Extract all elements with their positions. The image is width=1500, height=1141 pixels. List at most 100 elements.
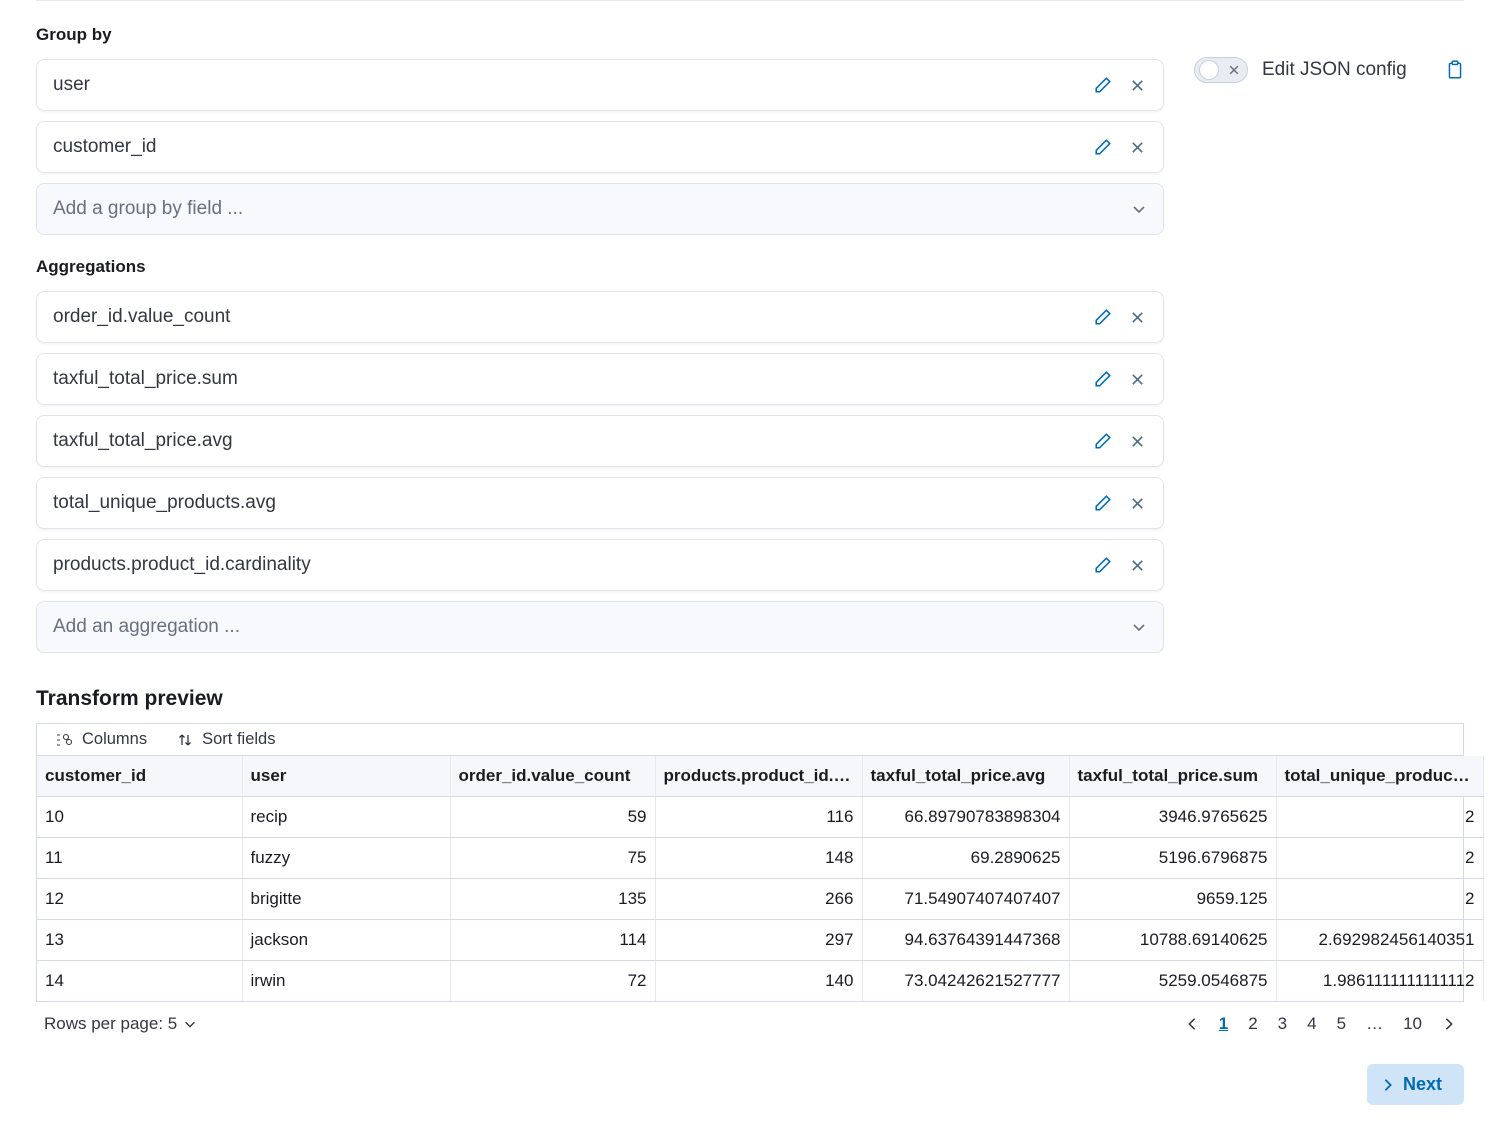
pencil-icon[interactable] [1093,75,1113,95]
cell: 297 [655,920,862,961]
cell: 266 [655,879,862,920]
table-header[interactable]: user [242,756,450,797]
close-icon[interactable] [1127,555,1147,575]
cell: jackson [242,920,450,961]
page-number[interactable]: 4 [1307,1014,1316,1034]
aggregations-label: Aggregations [36,257,1164,277]
next-button[interactable]: Next [1367,1064,1464,1105]
cell: 114 [450,920,655,961]
cell: recip [242,797,450,838]
edit-json-toggle[interactable] [1194,57,1248,83]
preview-title: Transform preview [36,687,1464,711]
add-aggregation-field[interactable]: Add an aggregation ... [36,601,1164,653]
edit-json-label: Edit JSON config [1262,59,1407,81]
cell: 10788.69140625 [1069,920,1276,961]
cell: 13 [37,920,242,961]
page-number[interactable]: 3 [1278,1014,1287,1034]
close-icon[interactable] [1127,493,1147,513]
prev-page-button[interactable] [1185,1017,1199,1031]
aggregation-item-label: products.product_id.cardinality [53,554,311,576]
chevron-right-icon [1381,1078,1395,1092]
cell: 2 [1276,879,1483,920]
group-by-item: customer_id [36,121,1164,173]
close-icon[interactable] [1127,137,1147,157]
page-ellipsis: … [1366,1014,1383,1034]
pencil-icon[interactable] [1093,493,1113,513]
group-by-item: user [36,59,1164,111]
aggregation-item: taxful_total_price.sum [36,353,1164,405]
cell: 2 [1276,797,1483,838]
columns-icon [55,732,73,748]
group-by-item-label: user [53,74,90,96]
cell: 9659.125 [1069,879,1276,920]
close-icon[interactable] [1127,431,1147,451]
pencil-icon[interactable] [1093,431,1113,451]
cell: 116 [655,797,862,838]
group-by-label: Group by [36,25,1164,45]
add-group-by-field[interactable]: Add a group by field ... [36,183,1164,235]
cell: 14 [37,961,242,1002]
cell: 3946.9765625 [1069,797,1276,838]
close-icon[interactable] [1127,75,1147,95]
columns-button[interactable]: Columns [55,730,147,749]
cell: brigitte [242,879,450,920]
cell: 59 [450,797,655,838]
pencil-icon[interactable] [1093,137,1113,157]
cell: 5259.0546875 [1069,961,1276,1002]
aggregation-item-label: taxful_total_price.sum [53,368,238,390]
table-header[interactable]: order_id.value_count [450,756,655,797]
pencil-icon[interactable] [1093,369,1113,389]
table-row: 13 jackson 114 297 94.63764391447368 107… [37,920,1483,961]
aggregation-item: order_id.value_count [36,291,1164,343]
next-page-button[interactable] [1442,1017,1456,1031]
page-number[interactable]: 2 [1248,1014,1257,1034]
table-header[interactable]: products.product_id.car… [655,756,862,797]
aggregation-item-label: order_id.value_count [53,306,230,328]
table-header[interactable]: taxful_total_price.avg [862,756,1069,797]
cell: 75 [450,838,655,879]
pencil-icon[interactable] [1093,307,1113,327]
pagination: 1 2 3 4 5 … 10 [1185,1014,1456,1034]
rows-per-page-label: Rows per page: 5 [44,1014,177,1034]
close-icon[interactable] [1127,369,1147,389]
chevron-down-icon [1131,201,1147,217]
table-header[interactable]: taxful_total_price.sum [1069,756,1276,797]
table-row: 12 brigitte 135 266 71.54907407407407 96… [37,879,1483,920]
columns-label: Columns [82,730,147,749]
table-row: 11 fuzzy 75 148 69.2890625 5196.6796875 … [37,838,1483,879]
cell: 73.04242621527777 [862,961,1069,1002]
sort-button[interactable]: Sort fields [177,730,275,749]
page-number[interactable]: 1 [1219,1014,1228,1034]
page-number[interactable]: 5 [1337,1014,1346,1034]
cell: 2.692982456140351 [1276,920,1483,961]
cell: 1.9861111111111112 [1276,961,1483,1002]
cell: 71.54907407407407 [862,879,1069,920]
sort-icon [177,732,193,748]
pencil-icon[interactable] [1093,555,1113,575]
aggregation-item: products.product_id.cardinality [36,539,1164,591]
cell: 2 [1276,838,1483,879]
clipboard-icon[interactable] [1446,60,1464,80]
cell: 12 [37,879,242,920]
cell: irwin [242,961,450,1002]
cell: fuzzy [242,838,450,879]
group-by-item-label: customer_id [53,136,157,158]
table-header[interactable]: total_unique_products.a… [1276,756,1483,797]
cell: 11 [37,838,242,879]
cell: 66.89790783898304 [862,797,1069,838]
next-button-label: Next [1403,1074,1442,1095]
table-row: 10 recip 59 116 66.89790783898304 3946.9… [37,797,1483,838]
table-row: 14 irwin 72 140 73.04242621527777 5259.0… [37,961,1483,1002]
cell: 148 [655,838,862,879]
cell: 140 [655,961,862,1002]
table-header[interactable]: customer_id [37,756,242,797]
aggregation-item-label: total_unique_products.avg [53,492,276,514]
chevron-down-icon [183,1017,197,1031]
cell: 69.2890625 [862,838,1069,879]
cell: 135 [450,879,655,920]
close-icon[interactable] [1127,307,1147,327]
add-group-by-placeholder: Add a group by field ... [53,198,243,220]
aggregation-item-label: taxful_total_price.avg [53,430,233,452]
rows-per-page[interactable]: Rows per page: 5 [44,1014,197,1034]
page-number[interactable]: 10 [1403,1014,1422,1034]
